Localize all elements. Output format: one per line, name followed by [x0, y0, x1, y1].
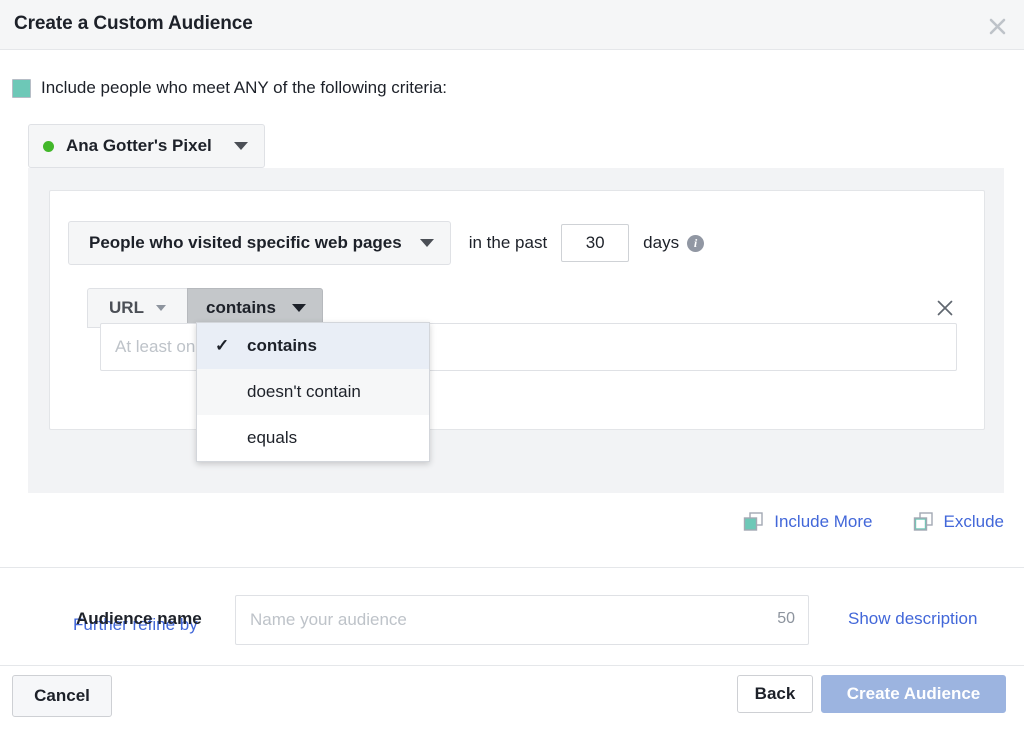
chevron-down-icon	[156, 305, 166, 311]
layers-filled-icon	[743, 512, 764, 532]
dropdown-option-label: contains	[247, 336, 429, 356]
back-button[interactable]: Back	[737, 675, 813, 713]
create-custom-audience-dialog: Create a Custom Audience Include people …	[0, 0, 1024, 731]
rule-card: People who visited specific web pages in…	[49, 190, 985, 430]
pixel-status-dot	[43, 141, 54, 152]
footer-divider	[0, 665, 1024, 666]
retention-days-input[interactable]	[561, 224, 629, 262]
dialog-header: Create a Custom Audience	[0, 0, 1024, 50]
event-row: People who visited specific web pages in…	[68, 221, 704, 265]
exclude-label: Exclude	[944, 512, 1004, 532]
event-type-select[interactable]: People who visited specific web pages	[68, 221, 451, 265]
dropdown-option-contains[interactable]: ✓ contains	[197, 323, 429, 369]
rule-panel: People who visited specific web pages in…	[28, 168, 1004, 493]
audience-name-field-wrap: 50	[235, 595, 809, 645]
exclude-button[interactable]: Exclude	[913, 512, 1004, 532]
include-more-label: Include More	[774, 512, 872, 532]
dropdown-option-equals[interactable]: equals	[197, 415, 429, 461]
audience-name-input[interactable]	[235, 595, 809, 645]
audience-name-label: Audience name	[76, 609, 202, 629]
include-criteria-row: Include people who meet ANY of the follo…	[12, 78, 447, 98]
cancel-button[interactable]: Cancel	[12, 675, 112, 717]
audience-actions: Include More Exclude	[703, 512, 1004, 532]
info-icon[interactable]: i	[687, 235, 704, 252]
dropdown-option-label: equals	[247, 428, 429, 448]
show-description-link[interactable]: Show description	[848, 609, 977, 629]
check-icon: ✓	[215, 336, 247, 356]
in-the-past-label: in the past	[469, 233, 547, 253]
char-count-label: 50	[777, 610, 795, 628]
pixel-source-select[interactable]: Ana Gotter's Pixel	[28, 124, 265, 168]
include-criteria-label: Include people who meet ANY of the follo…	[41, 78, 447, 98]
page-title: Create a Custom Audience	[14, 13, 253, 35]
filter-field-select[interactable]: URL	[87, 288, 187, 328]
create-audience-button[interactable]: Create Audience	[821, 675, 1006, 713]
remove-filter-icon[interactable]	[933, 296, 957, 320]
dropdown-option-label: doesn't contain	[247, 382, 429, 402]
pixel-name-label: Ana Gotter's Pixel	[66, 136, 212, 156]
chevron-down-icon	[292, 304, 306, 312]
chevron-down-icon	[234, 142, 248, 150]
dropdown-option-doesnt-contain[interactable]: doesn't contain	[197, 369, 429, 415]
chevron-down-icon	[420, 239, 434, 247]
days-label: days	[643, 233, 679, 253]
operator-dropdown-menu: ✓ contains doesn't contain equals	[196, 322, 430, 462]
include-more-button[interactable]: Include More	[743, 512, 872, 532]
filter-operator-label: contains	[206, 298, 276, 318]
close-icon[interactable]	[984, 13, 1010, 39]
section-divider	[0, 567, 1024, 568]
layers-outline-icon	[913, 512, 934, 532]
filter-field-label: URL	[109, 298, 144, 318]
include-criteria-checkbox[interactable]	[12, 79, 31, 98]
event-type-label: People who visited specific web pages	[89, 233, 402, 253]
